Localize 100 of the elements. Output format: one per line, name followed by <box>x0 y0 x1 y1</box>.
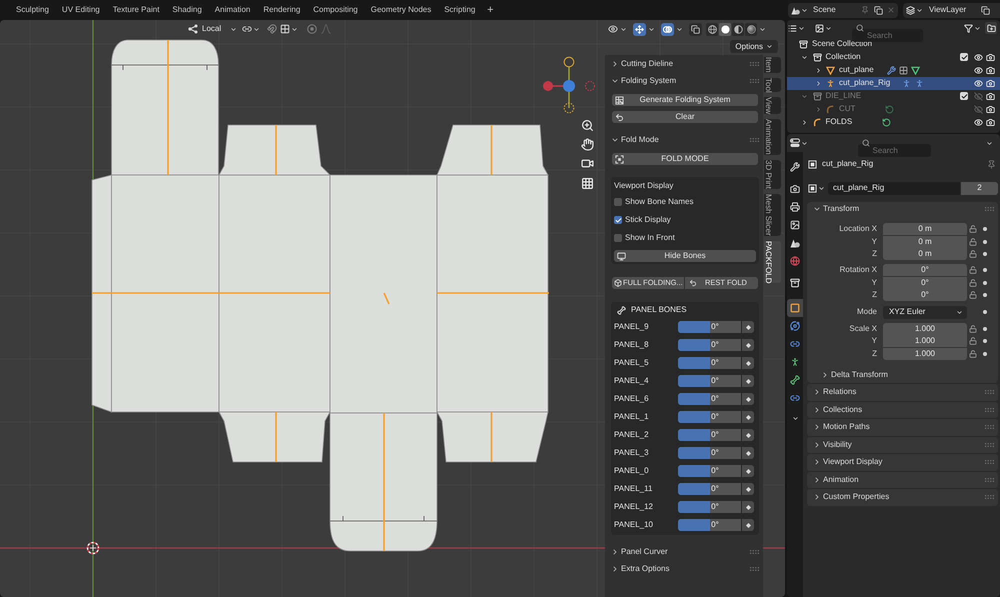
dot-icon[interactable] <box>983 240 987 244</box>
workspace-tab[interactable]: Scripting <box>438 2 482 18</box>
panel-header[interactable]: Animation <box>813 474 859 486</box>
panel-header[interactable]: Extra Options <box>611 562 670 574</box>
panel-header[interactable]: Custom Properties <box>813 491 890 504</box>
eye-icon[interactable] <box>974 78 982 88</box>
keyframe-button[interactable] <box>742 357 754 369</box>
chevron-down-icon[interactable] <box>648 26 655 32</box>
number-field[interactable]: 1.000 <box>883 335 967 348</box>
outliner-row[interactable]: FOLDS <box>787 116 1000 128</box>
dot-icon[interactable] <box>983 227 987 232</box>
dot-icon[interactable] <box>983 326 987 331</box>
dot-icon[interactable] <box>983 352 987 356</box>
open-lock-icon[interactable] <box>969 278 977 287</box>
open-lock-icon[interactable] <box>969 225 977 234</box>
eye-icon[interactable] <box>974 66 982 74</box>
overlay-toggle[interactable] <box>661 22 674 36</box>
dot-icon[interactable] <box>983 268 987 272</box>
number-field[interactable]: 0° <box>883 264 967 276</box>
workspace-tab[interactable]: Compositing <box>307 2 364 18</box>
keyframe-button[interactable] <box>742 375 754 387</box>
checkbox[interactable] <box>614 198 622 206</box>
dot-icon[interactable] <box>983 252 987 256</box>
panel-header[interactable]: Folding System <box>611 74 676 86</box>
dot-icon[interactable] <box>983 339 987 344</box>
keyframe-button[interactable] <box>742 519 754 531</box>
panel-header[interactable]: Relations <box>813 386 856 398</box>
chevron-down-icon[interactable] <box>986 140 993 146</box>
orientation-dropdown[interactable]: Local <box>188 22 238 36</box>
circle-dot-icon[interactable] <box>307 24 318 34</box>
keyframe-button[interactable] <box>742 411 754 423</box>
shading-mode-button[interactable] <box>732 22 744 36</box>
angle-slider[interactable]: 0° <box>678 321 741 333</box>
search-field[interactable]: Search <box>858 144 930 156</box>
sidebar-tab[interactable]: Animation <box>764 119 781 156</box>
camera-icon[interactable] <box>986 78 994 88</box>
open-lock-icon[interactable] <box>969 250 977 258</box>
workspace-tab[interactable]: Shading <box>166 2 208 18</box>
angle-slider[interactable]: 0° <box>678 339 741 351</box>
shading-mode-button[interactable] <box>706 22 718 36</box>
outliner-row[interactable]: cut_plane <box>787 64 1000 76</box>
angle-slider[interactable]: 0° <box>678 375 741 387</box>
zoom-in-icon[interactable] <box>581 119 594 132</box>
copy-icon[interactable] <box>981 6 990 14</box>
camera-icon[interactable] <box>581 157 594 170</box>
keyframe-button[interactable] <box>742 447 754 459</box>
hand-icon[interactable] <box>581 138 594 151</box>
open-lock-icon[interactable] <box>969 291 977 300</box>
sidebar-tab[interactable]: Mesh Slicer <box>764 194 781 236</box>
workspace-tab[interactable]: Geometry Nodes <box>364 2 438 18</box>
angle-slider[interactable]: 0° <box>678 501 741 513</box>
number-field[interactable]: 0 m <box>883 223 967 236</box>
axis-gizmo[interactable] <box>542 56 596 114</box>
pin-icon[interactable] <box>861 6 869 14</box>
eye-icon[interactable] <box>974 52 982 62</box>
xray-toggle[interactable] <box>689 22 702 36</box>
panel-header[interactable]: Cutting Dieline <box>611 58 674 70</box>
options-dropdown[interactable]: Options <box>730 40 778 53</box>
action-button[interactable]: Hide Bones <box>614 250 756 262</box>
sidebar-tab[interactable]: Tool <box>764 78 781 92</box>
view-layer-browse-button[interactable] <box>906 4 923 16</box>
open-lock-icon[interactable] <box>969 266 977 274</box>
number-field[interactable]: 0 m <box>883 248 967 260</box>
gizmo-toggle[interactable] <box>633 22 646 36</box>
camera-icon[interactable] <box>986 92 994 100</box>
checkbox[interactable] <box>614 234 622 242</box>
camera-icon[interactable] <box>986 118 994 126</box>
panel-header[interactable]: Collections <box>813 404 862 416</box>
search-field[interactable]: Search <box>852 28 923 42</box>
chevron-down-icon[interactable] <box>676 26 683 32</box>
copy-icon[interactable] <box>874 6 883 14</box>
shading-mode-button[interactable] <box>745 22 757 36</box>
keyframe-button[interactable] <box>742 321 754 333</box>
panel-header[interactable]: Transform <box>813 203 860 215</box>
mode-dropdown[interactable]: XYZ Euler <box>883 306 967 318</box>
workspace-tab[interactable]: UV Editing <box>56 2 106 18</box>
magnet-icon[interactable] <box>267 24 278 34</box>
shading-mode-button[interactable] <box>719 22 731 36</box>
action-button[interactable]: Generate Folding System <box>612 94 758 106</box>
open-lock-icon[interactable] <box>969 337 977 346</box>
pin-icon[interactable] <box>987 160 996 168</box>
number-field[interactable]: 0° <box>883 289 967 302</box>
outliner-row[interactable]: DIE_LINE <box>787 90 1000 102</box>
dot-icon[interactable] <box>983 310 987 314</box>
panel-header[interactable]: Motion Paths <box>813 421 870 434</box>
object-name-field[interactable]: cut_plane_Rig <box>828 182 960 194</box>
panel-header[interactable]: Viewport Display <box>813 456 882 468</box>
angle-slider[interactable]: 0° <box>678 429 741 441</box>
workspace-tab[interactable]: Animation <box>208 2 256 18</box>
outliner-row[interactable]: CUT <box>787 102 1000 116</box>
grid-icon[interactable] <box>581 177 594 190</box>
panel-header[interactable]: Panel Curver <box>611 546 668 558</box>
workspace-tab[interactable]: Texture Paint <box>106 2 166 18</box>
camera-icon[interactable] <box>986 104 994 114</box>
keyframe-button[interactable] <box>742 393 754 405</box>
filter-dropdown[interactable] <box>815 24 833 32</box>
checkbox[interactable] <box>960 92 968 100</box>
keyframe-button[interactable] <box>742 483 754 495</box>
keyframe-button[interactable] <box>742 339 754 351</box>
number-field[interactable]: 1.000 <box>883 348 967 360</box>
